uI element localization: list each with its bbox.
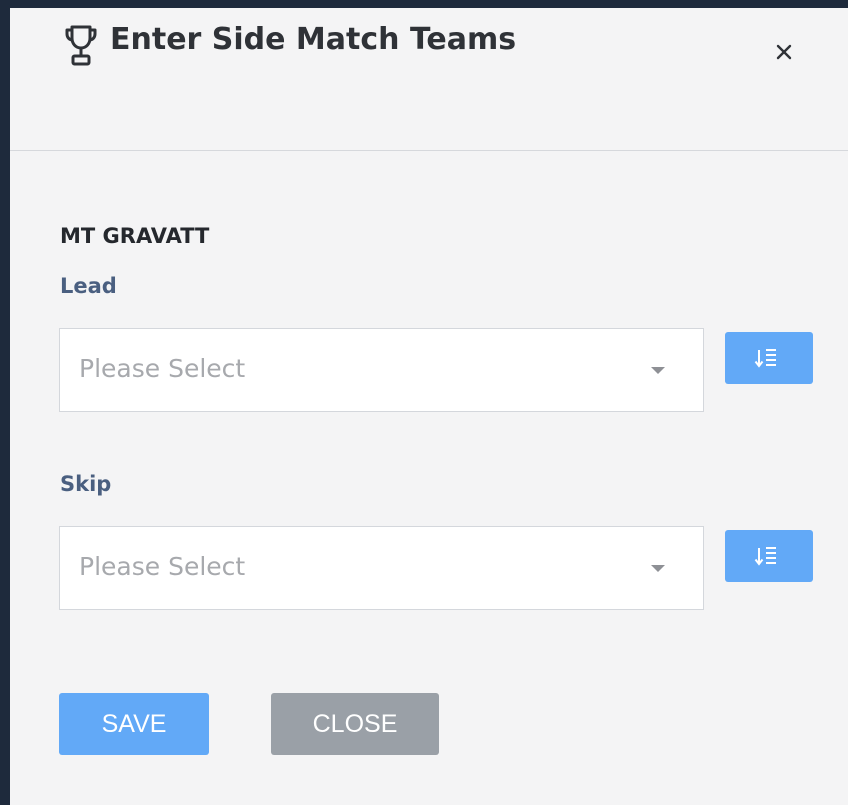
team-name: MT GRAVATT <box>60 224 210 248</box>
skip-label: Skip <box>60 472 112 496</box>
skip-select[interactable]: Please Select <box>59 526 704 610</box>
chevron-down-icon <box>651 565 665 572</box>
lead-label: Lead <box>60 274 117 298</box>
trophy-icon <box>65 25 97 66</box>
lead-select-placeholder: Please Select <box>79 354 246 383</box>
modal-title: Enter Side Match Teams <box>110 22 517 57</box>
lead-select[interactable]: Please Select <box>59 328 704 412</box>
modal-header: Enter Side Match Teams <box>10 8 848 151</box>
close-icon[interactable] <box>770 38 798 66</box>
close-button[interactable]: CLOSE <box>271 693 439 755</box>
skip-sort-button[interactable] <box>725 530 813 582</box>
skip-select-placeholder: Please Select <box>79 552 246 581</box>
sort-list-icon <box>754 547 776 566</box>
sort-list-icon <box>754 349 776 368</box>
save-button[interactable]: SAVE <box>59 693 209 755</box>
side-match-teams-modal: Enter Side Match Teams MT GRAVATT Lead P… <box>10 8 848 805</box>
chevron-down-icon <box>651 367 665 374</box>
lead-sort-button[interactable] <box>725 332 813 384</box>
